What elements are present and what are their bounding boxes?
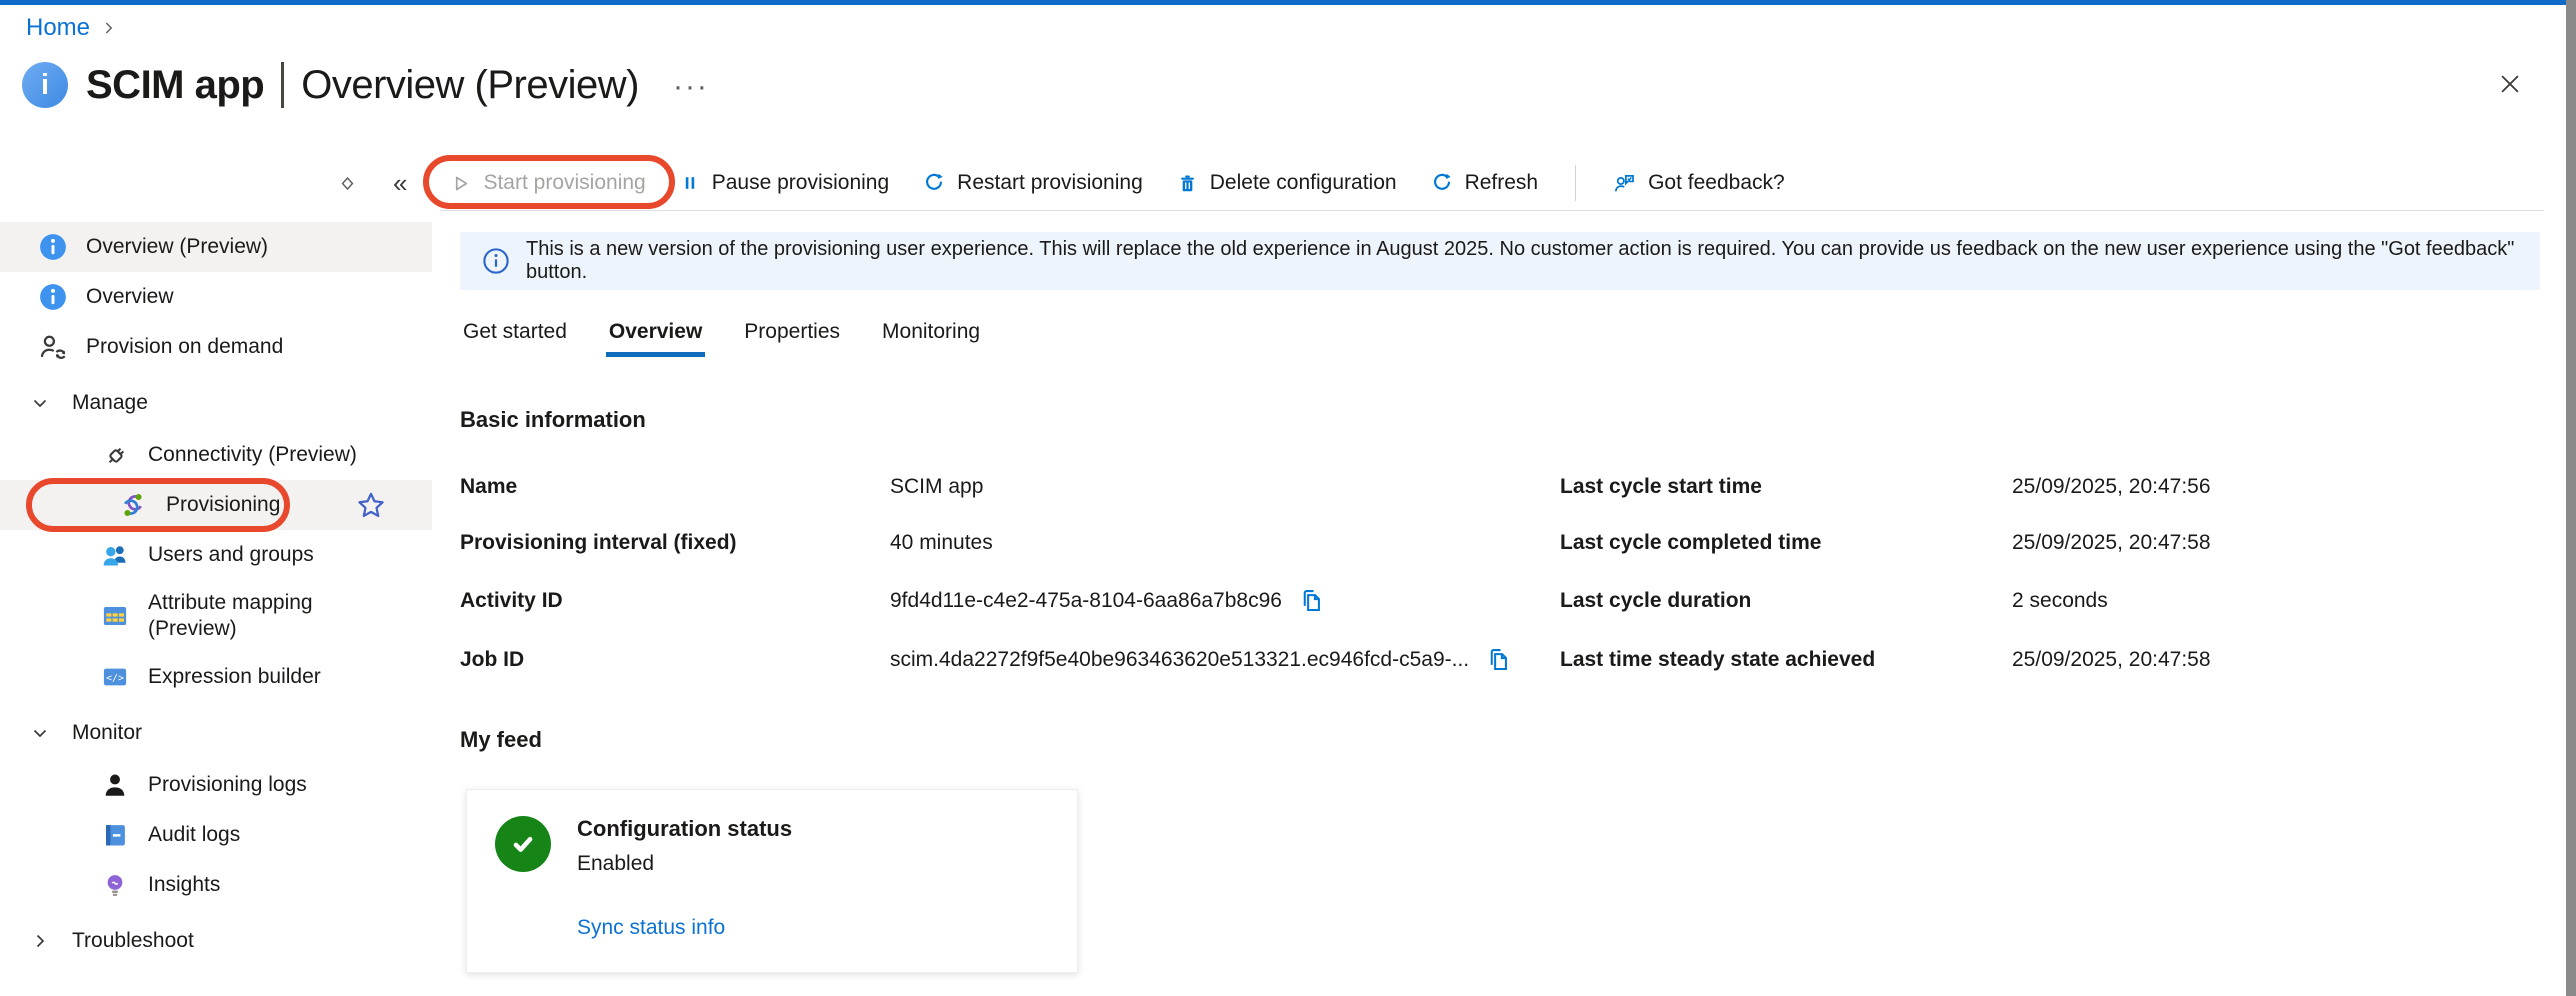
blade-menu: Overview (Preview) Overview Provision on…	[0, 214, 432, 996]
sidebar-item-provisioning-logs[interactable]: Provisioning logs	[0, 760, 432, 810]
command-bar: « Start provisioning Pause provisioning …	[0, 156, 2556, 210]
restart-provisioning-button[interactable]: Restart provisioning	[906, 165, 1160, 201]
favorite-star-icon[interactable]	[356, 490, 386, 520]
vertical-scrollbar[interactable]	[2566, 0, 2576, 996]
sidebar-item-overview-preview[interactable]: Overview (Preview)	[0, 222, 432, 272]
field-value: SCIM app	[890, 475, 983, 499]
blade-content: This is a new version of the provisionin…	[460, 214, 2544, 996]
code-icon: </>	[100, 662, 130, 692]
sidebar-group-troubleshoot[interactable]: Troubleshoot	[0, 916, 432, 966]
expand-collapse-icon[interactable]	[338, 174, 357, 193]
field-value: 40 minutes	[890, 531, 993, 555]
field-value: 9fd4d11e-c4e2-475a-8104-6aa86a7b8c96	[890, 589, 1282, 613]
pause-icon	[680, 173, 700, 193]
sidebar-item-overview[interactable]: Overview	[0, 272, 432, 322]
info-icon	[38, 282, 68, 312]
breadcrumb: Home	[26, 14, 118, 42]
chevron-right-icon	[100, 19, 118, 37]
sidebar-item-expression-builder[interactable]: </> Expression builder	[0, 652, 432, 702]
field-label: Job ID	[460, 648, 890, 672]
toolbar-underline	[440, 210, 2544, 211]
field-value: 2 seconds	[2012, 589, 2108, 613]
field-label: Activity ID	[460, 589, 890, 613]
trash-icon	[1177, 173, 1198, 194]
field-label: Last time steady state achieved	[1560, 648, 2012, 672]
sidebar-item-attribute-mapping[interactable]: Attribute mapping (Preview)	[0, 580, 432, 652]
portal-top-bar	[0, 0, 2566, 5]
banner-text: This is a new version of the provisionin…	[526, 238, 2518, 284]
more-options-icon[interactable]: ···	[673, 68, 709, 102]
sidebar-item-provision-on-demand[interactable]: Provision on demand	[0, 322, 432, 372]
feedback-icon	[1613, 172, 1636, 195]
info-icon	[38, 232, 68, 262]
sidebar-item-connectivity[interactable]: Connectivity (Preview)	[0, 430, 432, 480]
blade-title-row: i SCIM app Overview (Preview) ···	[22, 62, 709, 108]
restart-icon	[923, 172, 945, 194]
svg-text:</>: </>	[106, 673, 124, 684]
chevron-right-icon	[30, 931, 50, 951]
person-sync-icon	[38, 332, 68, 362]
sidebar-item-users-and-groups[interactable]: Users and groups	[0, 530, 432, 580]
toolbar-divider	[1575, 165, 1576, 201]
basic-information-heading: Basic information	[460, 407, 2544, 433]
lightbulb-icon	[100, 870, 130, 900]
table-icon	[100, 601, 130, 631]
person-icon	[100, 770, 130, 800]
people-icon	[100, 540, 130, 570]
my-feed-heading: My feed	[460, 727, 2544, 753]
info-banner: This is a new version of the provisionin…	[460, 232, 2540, 290]
azure-portal-blade: Home i SCIM app Overview (Preview) ··· «…	[0, 0, 2576, 996]
start-provisioning-button[interactable]: Start provisioning	[433, 165, 662, 201]
sidebar-item-audit-logs[interactable]: Audit logs	[0, 810, 432, 860]
field-value: 25/09/2025, 20:47:58	[2012, 648, 2211, 672]
delete-configuration-button[interactable]: Delete configuration	[1160, 165, 1414, 201]
field-value: 25/09/2025, 20:47:56	[2012, 475, 2211, 499]
pause-provisioning-button[interactable]: Pause provisioning	[663, 165, 906, 201]
app-info-icon: i	[22, 62, 68, 108]
tab-bar: Get started Overview Properties Monitori…	[460, 314, 2544, 357]
page-title: Overview (Preview)	[301, 63, 639, 108]
plug-icon	[100, 440, 130, 470]
field-label: Last cycle start time	[1560, 475, 2012, 499]
close-blade-button[interactable]	[2492, 66, 2528, 102]
tab-monitoring[interactable]: Monitoring	[879, 314, 983, 357]
app-name: SCIM app	[86, 63, 264, 108]
refresh-icon	[1431, 172, 1453, 194]
field-value: scim.4da2272f9f5e40be963463620e513321.ec…	[890, 648, 1469, 672]
chevron-down-icon	[30, 723, 50, 743]
title-separator	[281, 62, 284, 108]
sidebar-group-monitor[interactable]: Monitor	[0, 708, 432, 758]
tab-get-started[interactable]: Get started	[460, 314, 570, 357]
provisioning-icon	[118, 490, 148, 520]
sidebar-item-insights[interactable]: Insights	[0, 860, 432, 910]
configuration-status-card: Configuration status Enabled Sync status…	[466, 789, 1078, 973]
copy-icon	[1485, 646, 1512, 673]
play-icon	[450, 173, 471, 194]
sync-status-info-link[interactable]: Sync status info	[577, 916, 792, 940]
close-icon	[2497, 71, 2523, 97]
field-value: 25/09/2025, 20:47:58	[2012, 531, 2211, 555]
info-outline-icon	[482, 247, 510, 275]
field-label: Last cycle duration	[1560, 589, 2012, 613]
success-check-icon	[495, 816, 551, 872]
got-feedback-button[interactable]: Got feedback?	[1596, 165, 1802, 201]
copy-icon	[1298, 587, 1325, 614]
tab-overview[interactable]: Overview	[606, 314, 705, 357]
field-label: Provisioning interval (fixed)	[460, 531, 890, 555]
sidebar-group-manage[interactable]: Manage	[0, 378, 432, 428]
collapse-menu-icon[interactable]: «	[393, 168, 407, 199]
field-label: Last cycle completed time	[1560, 531, 2012, 555]
field-label: Name	[460, 475, 890, 499]
refresh-button[interactable]: Refresh	[1414, 165, 1556, 201]
sidebar-item-provisioning[interactable]: Provisioning	[0, 480, 432, 530]
tab-properties[interactable]: Properties	[741, 314, 843, 357]
card-status: Enabled	[577, 852, 792, 876]
basic-information-grid: Name SCIM app Last cycle start time 25/0…	[460, 475, 2544, 673]
book-icon	[100, 820, 130, 850]
copy-job-id-button[interactable]	[1485, 646, 1512, 673]
breadcrumb-home-link[interactable]: Home	[26, 14, 90, 42]
chevron-down-icon	[30, 393, 50, 413]
card-title: Configuration status	[577, 816, 792, 842]
copy-activity-id-button[interactable]	[1298, 587, 1325, 614]
